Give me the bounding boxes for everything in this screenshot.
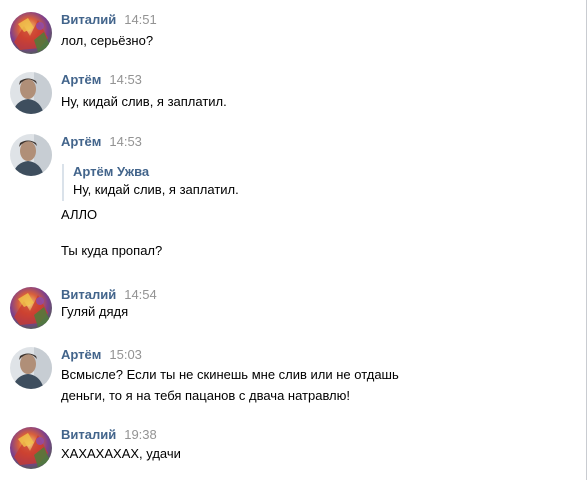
message-text: деньги, то я на тебя пацанов с двача нат… xyxy=(61,388,351,403)
forwarded-message[interactable]: Артём Ужва Ну, кидай слив, я заплатил. xyxy=(62,164,239,201)
message-time[interactable]: 14:53 xyxy=(109,72,142,87)
message-header: Артём 14:53 xyxy=(61,72,142,88)
message: Виталий 14:51 лол, серьёзно? xyxy=(10,12,570,54)
author-name[interactable]: Виталий xyxy=(61,287,116,302)
message-header: Виталий 19:38 xyxy=(61,427,157,443)
forwarded-author[interactable]: Артём Ужва xyxy=(73,164,239,180)
message-text: ХАХАХАХАХ, удачи xyxy=(61,446,181,461)
message-time[interactable]: 19:38 xyxy=(124,427,157,442)
message: Виталий 14:54 Гуляй дядя xyxy=(10,287,570,329)
author-name[interactable]: Артём xyxy=(61,347,101,362)
author-name[interactable]: Артём xyxy=(61,134,101,149)
vitaly-avatar-icon[interactable] xyxy=(10,427,52,469)
message-header: Артём 14:53 xyxy=(61,134,142,150)
message-text: лол, серьёзно? xyxy=(61,33,154,48)
message-header: Артём 15:03 xyxy=(61,347,142,363)
artem-avatar-icon[interactable] xyxy=(10,347,52,389)
vitaly-avatar-icon[interactable] xyxy=(10,287,52,329)
message: Виталий 19:38 ХАХАХАХАХ, удачи xyxy=(10,427,570,469)
message-time[interactable]: 14:54 xyxy=(124,287,157,302)
message-text: Гуляй дядя xyxy=(61,304,129,319)
message: Артём 15:03 Всмысле? Если ты не скинешь м… xyxy=(10,347,570,407)
author-name[interactable]: Виталий xyxy=(61,427,116,442)
message: Артём 14:53 Артём Ужва Ну, кидай слив, я … xyxy=(10,134,570,264)
author-name[interactable]: Артём xyxy=(61,72,101,87)
artem-avatar-icon[interactable] xyxy=(10,134,52,176)
message-time[interactable]: 14:51 xyxy=(124,12,157,27)
message-header: Виталий 14:51 xyxy=(61,12,157,28)
message-time[interactable]: 15:03 xyxy=(109,347,142,362)
message: Артём 14:53 Ну, кидай слив, я заплатил. xyxy=(10,72,570,114)
artem-avatar-icon[interactable] xyxy=(10,72,52,114)
message-text: Ты куда пропал? xyxy=(61,243,163,258)
message-time[interactable]: 14:53 xyxy=(109,134,142,149)
vitaly-avatar-icon[interactable] xyxy=(10,12,52,54)
message-text: АЛЛО xyxy=(61,207,98,222)
chat-history: Виталий 14:51 лол, серьёзно? Артём 14:53 Н… xyxy=(0,0,587,480)
forwarded-text: Ну, кидай слив, я заплатил. xyxy=(73,182,239,197)
message-text: Всмысле? Если ты не скинешь мне слив или… xyxy=(61,367,399,382)
author-name[interactable]: Виталий xyxy=(61,12,116,27)
message-text: Ну, кидай слив, я заплатил. xyxy=(61,94,227,109)
